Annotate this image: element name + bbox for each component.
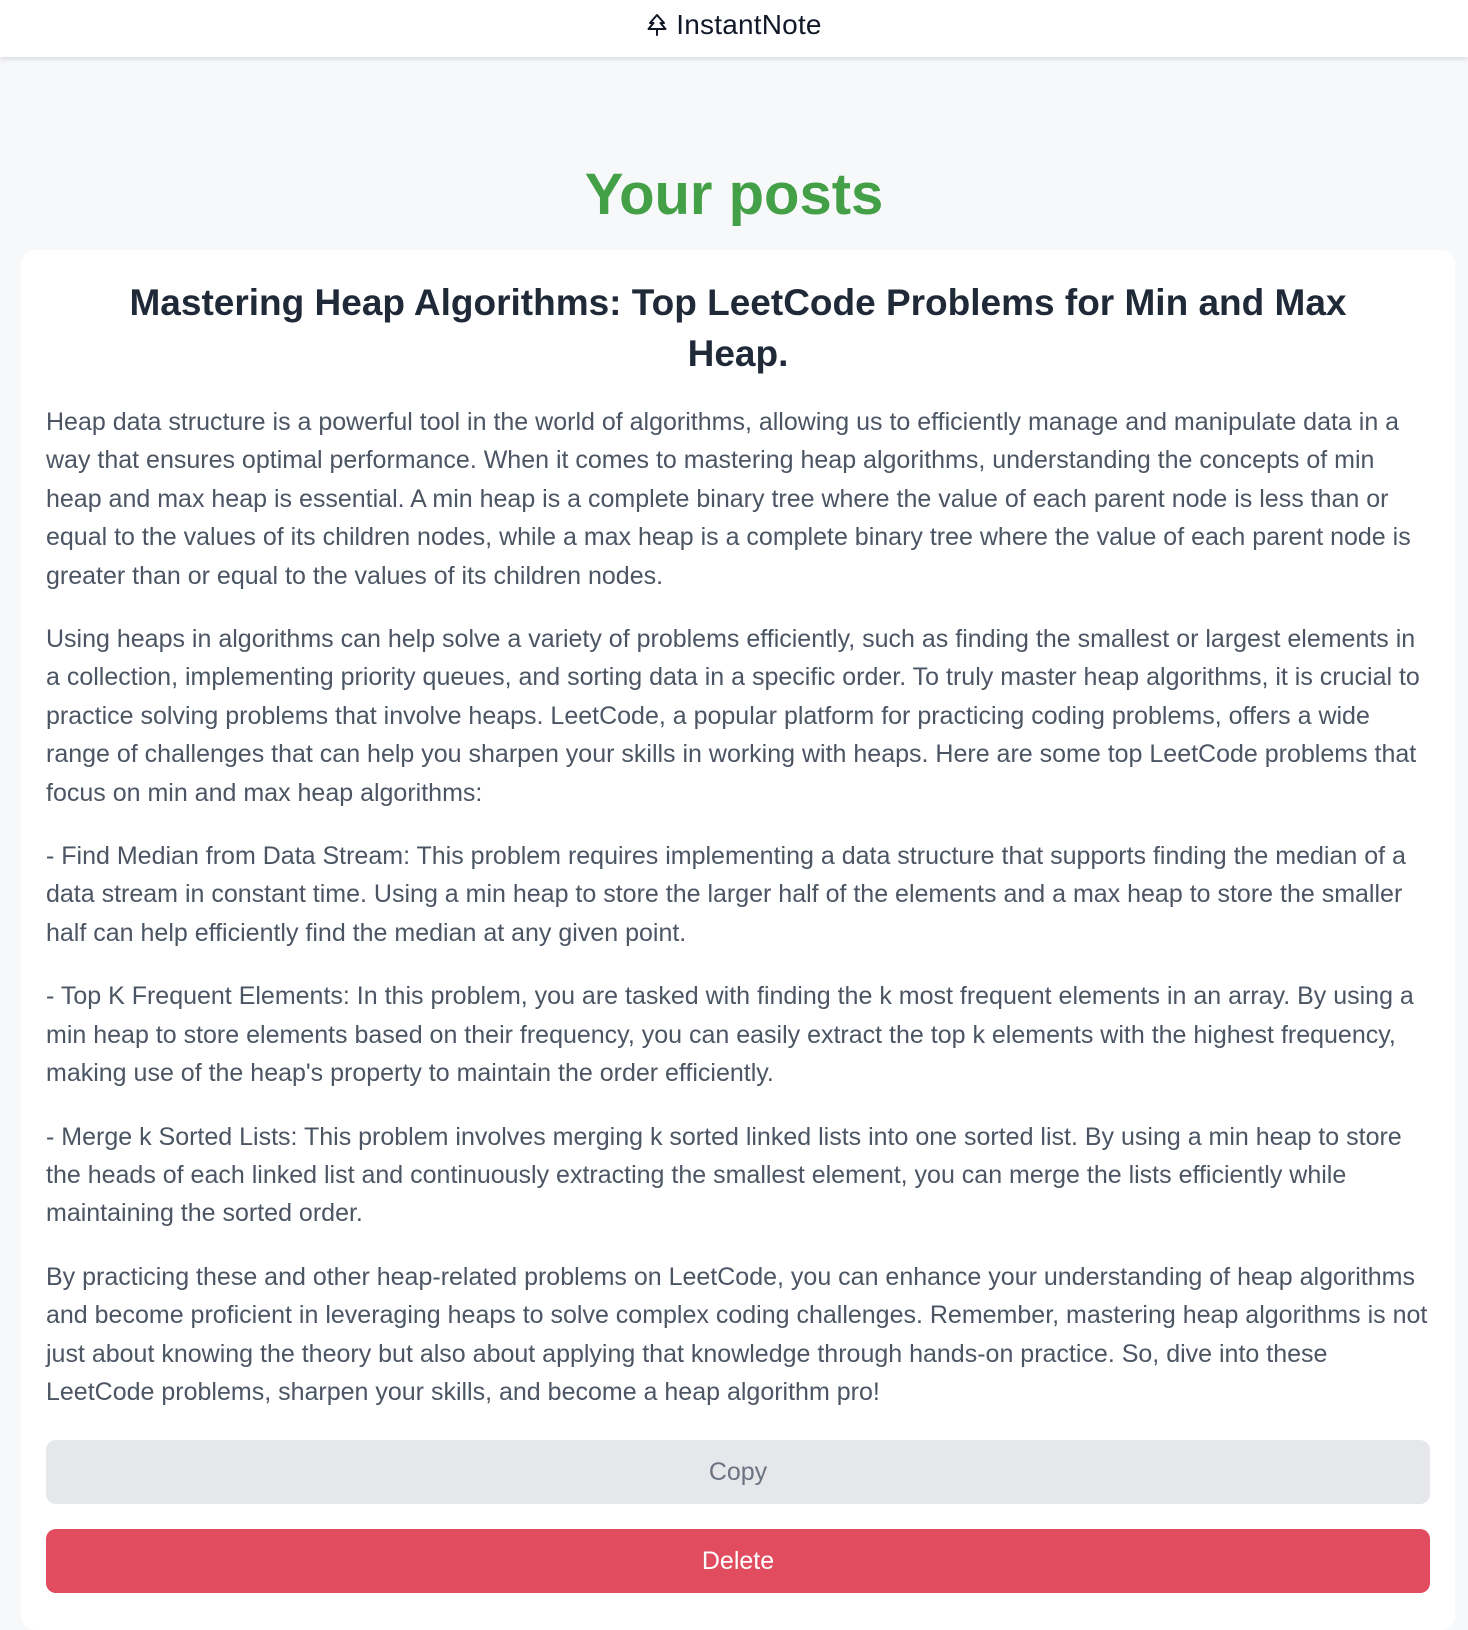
post-paragraph: Using heaps in algorithms can help solve…: [46, 625, 1420, 807]
brand-name: InstantNote: [676, 8, 822, 40]
brand-logo[interactable]: InstantNote: [646, 8, 822, 41]
post-paragraph: Heap data structure is a powerful tool i…: [46, 408, 1411, 590]
delete-button[interactable]: Delete: [46, 1529, 1430, 1593]
tree-icon: [646, 13, 668, 37]
post-card: Mastering Heap Algorithms: Top LeetCode …: [21, 250, 1455, 1630]
post-paragraph: - Find Median from Data Stream: This pro…: [46, 842, 1406, 947]
post-paragraph: By practicing these and other heap-relat…: [46, 1262, 1428, 1406]
post-title: Mastering Heap Algorithms: Top LeetCode …: [129, 282, 1347, 374]
post-body: Heap data structure is a powerful tool i…: [46, 403, 1430, 1436]
top-navbar: InstantNote: [0, 0, 1468, 57]
page-title: Your posts: [584, 162, 884, 227]
copy-button[interactable]: Copy: [46, 1440, 1430, 1504]
post-paragraph: - Top K Frequent Elements: In this probl…: [46, 982, 1414, 1088]
post-paragraph: - Merge k Sorted Lists: This problem inv…: [46, 1122, 1402, 1228]
